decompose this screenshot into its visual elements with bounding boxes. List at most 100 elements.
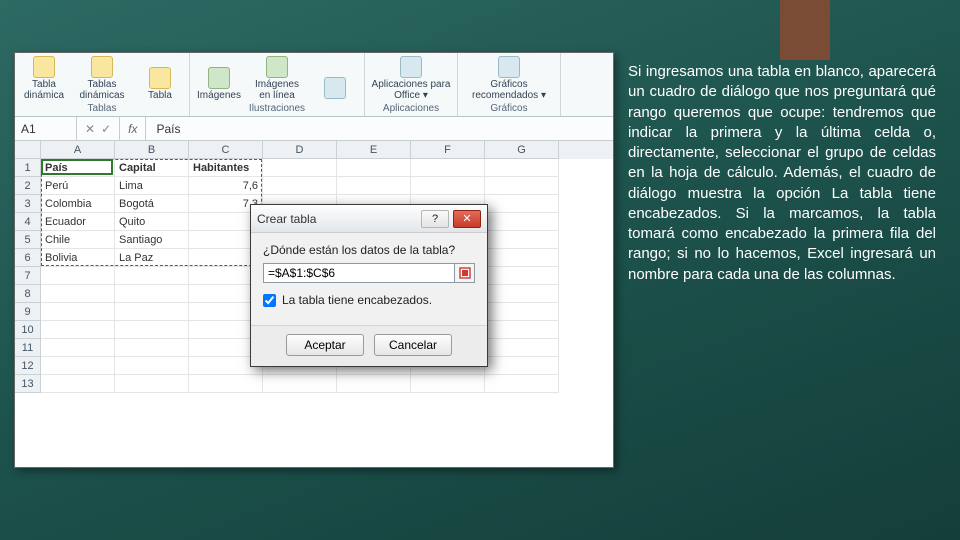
cell[interactable]: Bolivia <box>41 249 115 267</box>
col-header[interactable]: F <box>411 141 485 159</box>
ribbon-btn-shapes[interactable] <box>312 77 358 101</box>
row-header[interactable]: 13 <box>15 375 41 393</box>
row-header[interactable]: 7 <box>15 267 41 285</box>
cell[interactable] <box>411 159 485 177</box>
cell[interactable] <box>189 375 263 393</box>
fx-icon[interactable]: fx <box>119 117 146 140</box>
dialog-titlebar[interactable]: Crear tabla ? ✕ <box>251 205 487 233</box>
cell[interactable]: Quito <box>115 213 189 231</box>
cancel-button[interactable]: Cancelar <box>374 334 452 356</box>
ribbon-btn-aplicaciones[interactable]: Aplicaciones para Office ▾ <box>371 56 451 101</box>
cell[interactable] <box>485 267 559 285</box>
cell[interactable] <box>41 321 115 339</box>
range-input[interactable] <box>263 263 455 283</box>
cell[interactable] <box>485 159 559 177</box>
cell[interactable] <box>337 159 411 177</box>
cell[interactable] <box>485 321 559 339</box>
row-header[interactable]: 12 <box>15 357 41 375</box>
cell[interactable] <box>115 267 189 285</box>
col-header[interactable]: B <box>115 141 189 159</box>
cell[interactable] <box>485 195 559 213</box>
headers-checkbox[interactable] <box>263 294 276 307</box>
slide-accent <box>780 0 830 60</box>
cell[interactable] <box>263 159 337 177</box>
cell[interactable] <box>41 303 115 321</box>
cell[interactable]: La Paz <box>115 249 189 267</box>
cell[interactable] <box>485 375 559 393</box>
cell[interactable]: Colombia <box>41 195 115 213</box>
cell[interactable] <box>115 285 189 303</box>
cell[interactable] <box>263 375 337 393</box>
cell[interactable]: Chile <box>41 231 115 249</box>
row-header[interactable]: 9 <box>15 303 41 321</box>
row-header[interactable]: 5 <box>15 231 41 249</box>
col-header[interactable]: C <box>189 141 263 159</box>
row-header[interactable]: 10 <box>15 321 41 339</box>
cell[interactable]: 7,6 <box>189 177 263 195</box>
cell[interactable] <box>411 177 485 195</box>
row-header[interactable]: 11 <box>15 339 41 357</box>
range-picker-icon[interactable] <box>455 263 475 283</box>
row-header[interactable]: 2 <box>15 177 41 195</box>
cell[interactable] <box>485 339 559 357</box>
headers-checkbox-row[interactable]: La tabla tiene encabezados. <box>263 293 475 307</box>
cell[interactable] <box>411 375 485 393</box>
cell[interactable] <box>263 177 337 195</box>
col-header[interactable]: A <box>41 141 115 159</box>
row-header[interactable]: 6 <box>15 249 41 267</box>
row-header[interactable]: 8 <box>15 285 41 303</box>
cell[interactable] <box>115 321 189 339</box>
ok-button[interactable]: Aceptar <box>286 334 364 356</box>
cell[interactable] <box>485 249 559 267</box>
cell[interactable] <box>485 231 559 249</box>
cell[interactable] <box>337 375 411 393</box>
cell[interactable] <box>485 285 559 303</box>
ribbon-btn-graficos[interactable]: Gráficos recomendados ▾ <box>464 56 554 101</box>
cell[interactable] <box>485 303 559 321</box>
cell[interactable]: Ecuador <box>41 213 115 231</box>
dialog-close-button[interactable]: ✕ <box>453 210 481 228</box>
formula-bar: A1 ✕ ✓ fx País <box>15 117 613 141</box>
col-header[interactable]: E <box>337 141 411 159</box>
ribbon-btn-tabla[interactable]: Tabla <box>137 67 183 102</box>
ribbon-btn-imagenes[interactable]: Imágenes <box>196 67 242 102</box>
ribbon-group-graficos: Gráficos recomendados ▾ Gráficos <box>458 53 561 116</box>
cell[interactable]: Bogotá <box>115 195 189 213</box>
cell[interactable] <box>337 177 411 195</box>
ribbon: Tabla dinámica Tablas dinámicas Tabla Ta… <box>15 53 613 117</box>
dialog-help-button[interactable]: ? <box>421 210 449 228</box>
col-header[interactable]: D <box>263 141 337 159</box>
formula-input[interactable]: País <box>146 122 190 136</box>
explanation-text: Si ingresamos una tabla en blanco, apare… <box>628 62 936 285</box>
cell[interactable] <box>41 357 115 375</box>
col-header[interactable]: G <box>485 141 559 159</box>
cell[interactable] <box>115 375 189 393</box>
cell[interactable] <box>41 375 115 393</box>
cell[interactable]: Capital <box>115 159 189 177</box>
row-header[interactable]: 4 <box>15 213 41 231</box>
cell[interactable] <box>115 303 189 321</box>
cell[interactable] <box>41 285 115 303</box>
ribbon-btn-tablas-dinamicas[interactable]: Tablas dinámicas <box>79 56 125 101</box>
cell[interactable]: País <box>41 159 115 177</box>
cell[interactable]: Perú <box>41 177 115 195</box>
ribbon-btn-tabla-dinamica[interactable]: Tabla dinámica <box>21 56 67 101</box>
cell[interactable]: Habitantes <box>189 159 263 177</box>
cell[interactable] <box>41 267 115 285</box>
cell[interactable] <box>41 339 115 357</box>
cell[interactable] <box>115 357 189 375</box>
cell[interactable] <box>485 177 559 195</box>
select-all-corner[interactable] <box>15 141 41 159</box>
ribbon-btn-imagenes-en-linea[interactable]: Imágenes en línea <box>254 56 300 101</box>
formula-enter-icon[interactable]: ✓ <box>101 122 111 136</box>
row-header[interactable]: 1 <box>15 159 41 177</box>
cell[interactable] <box>115 339 189 357</box>
formula-cancel-icon[interactable]: ✕ <box>85 122 95 136</box>
row-header[interactable]: 3 <box>15 195 41 213</box>
ribbon-group-aplicaciones: Aplicaciones para Office ▾ Aplicaciones <box>365 53 458 116</box>
cell[interactable]: Santiago <box>115 231 189 249</box>
cell[interactable] <box>485 357 559 375</box>
cell[interactable]: Lima <box>115 177 189 195</box>
name-box[interactable]: A1 <box>15 117 77 140</box>
cell[interactable] <box>485 213 559 231</box>
